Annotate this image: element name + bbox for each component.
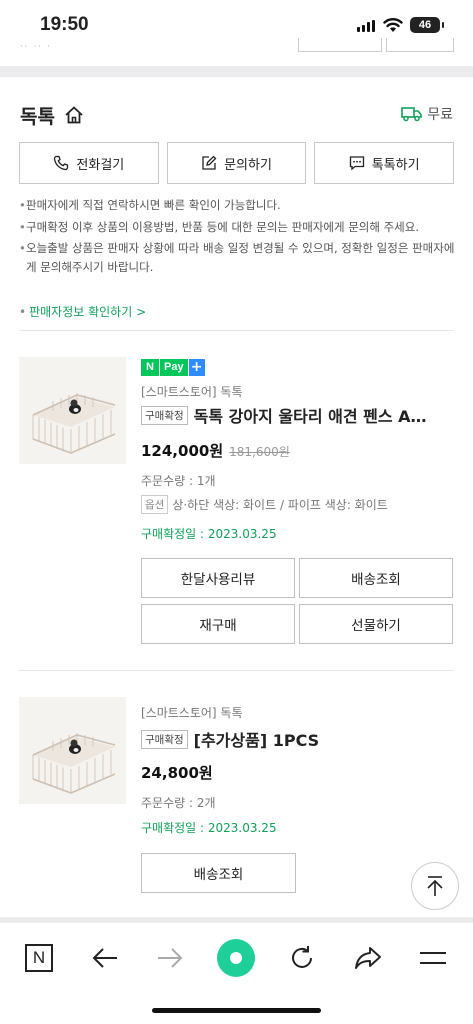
call-label: 전화걸기 bbox=[76, 157, 125, 173]
contact-buttons: 전화걸기 문의하기 톡톡하기 bbox=[19, 142, 455, 184]
product-title[interactable]: 독톡 강아지 울타리 애견 펜스 A… bbox=[194, 403, 427, 427]
quantity: 주문수량 : 2개 bbox=[141, 796, 216, 810]
rebuy-button[interactable]: 재구매 bbox=[141, 604, 295, 644]
menu-button[interactable] bbox=[411, 936, 455, 980]
wifi-icon bbox=[383, 18, 403, 32]
option-badge: 옵션 bbox=[141, 495, 169, 514]
naver-home-button[interactable]: N bbox=[17, 936, 61, 980]
section-divider bbox=[0, 66, 473, 77]
naver-n-icon: N bbox=[25, 944, 53, 972]
talk-button[interactable]: 톡톡하기 bbox=[314, 142, 455, 184]
product-title-row[interactable]: 구매확정 독톡 강아지 울타리 애견 펜스 A… bbox=[141, 403, 451, 427]
note-item: 오늘출발 상품은 판매자 상황에 따라 배송 일정 변경될 수 있으며, 정확한… bbox=[19, 239, 457, 276]
store-tag: [스마트스토어] 독톡 bbox=[141, 385, 243, 399]
product-image[interactable] bbox=[19, 697, 126, 804]
note-item: 구매확정 이후 상품의 이용방법, 반품 등에 대한 문의는 판매자에게 문의해… bbox=[19, 218, 457, 237]
product-title[interactable]: [추가상품] 1PCS bbox=[194, 727, 320, 751]
home-indicator[interactable] bbox=[152, 1008, 321, 1013]
npay-badge: N Pay + bbox=[141, 359, 205, 376]
talk-label: 톡톡하기 bbox=[371, 157, 420, 173]
arrow-up-icon bbox=[427, 876, 443, 896]
divider bbox=[19, 670, 454, 671]
green-dot-button[interactable] bbox=[214, 936, 258, 980]
shipping-label: 무료 bbox=[427, 107, 453, 123]
cellular-signal-icon bbox=[357, 20, 375, 32]
status-time: 19:50 bbox=[40, 14, 89, 35]
option-row: 옵션 상·하단 색상: 화이트 / 파이프 색상: 화이트 bbox=[141, 495, 388, 514]
shipping-info: 무료 bbox=[401, 104, 453, 124]
battery-icon: 46 bbox=[410, 17, 444, 33]
track-delivery-button[interactable]: 배송조회 bbox=[299, 558, 453, 598]
divider bbox=[19, 330, 454, 331]
gift-button[interactable]: 선물하기 bbox=[299, 604, 453, 644]
arrow-left-icon bbox=[92, 948, 117, 968]
green-dot-icon bbox=[217, 939, 255, 977]
refresh-button[interactable] bbox=[280, 936, 324, 980]
price: 24,800원 bbox=[141, 764, 213, 782]
store-name[interactable]: 독톡 bbox=[20, 102, 55, 129]
quantity: 주문수량 : 1개 bbox=[141, 474, 216, 488]
edit-icon bbox=[202, 155, 217, 170]
npay-plus-icon: + bbox=[188, 359, 205, 376]
original-price: 181,600원 bbox=[229, 445, 290, 459]
store-header: 독톡 무료 bbox=[20, 100, 453, 130]
price-row: 24,800원 bbox=[141, 762, 213, 783]
npay-pay: Pay bbox=[160, 359, 188, 376]
product-image[interactable] bbox=[19, 357, 126, 464]
scrolled-fragment: ·· ·· · bbox=[20, 42, 52, 51]
npay-n: N bbox=[141, 359, 159, 376]
hamburger-menu-icon bbox=[420, 952, 446, 964]
forward-button[interactable] bbox=[148, 936, 192, 980]
store-tag: [스마트스토어] 독톡 bbox=[141, 706, 243, 720]
confirm-date: 구매확정일 : 2023.03.25 bbox=[141, 527, 277, 541]
status-badge: 구매확정 bbox=[141, 729, 188, 749]
product-title-row[interactable]: 구매확정 [추가상품] 1PCS bbox=[141, 727, 451, 751]
arrow-right-icon bbox=[158, 948, 183, 968]
chat-icon bbox=[349, 156, 364, 171]
truck-icon bbox=[401, 107, 423, 122]
call-button[interactable]: 전화걸기 bbox=[19, 142, 159, 184]
inquiry-button[interactable]: 문의하기 bbox=[166, 142, 307, 184]
confirm-date: 구매확정일 : 2023.03.25 bbox=[141, 821, 277, 835]
status-badge: 구매확정 bbox=[141, 405, 188, 425]
scrolled-button-fragment bbox=[386, 38, 454, 52]
track-delivery-button[interactable]: 배송조회 bbox=[141, 853, 296, 893]
note-item: 판매자에게 직접 연락하시면 빠른 확인이 가능합니다. bbox=[19, 196, 457, 215]
share-button[interactable] bbox=[346, 936, 390, 980]
seller-notes: 판매자에게 직접 연락하시면 빠른 확인이 가능합니다. 구매확정 이후 상품의… bbox=[19, 196, 457, 279]
option-text: 상·하단 색상: 화이트 / 파이프 색상: 화이트 bbox=[172, 498, 388, 512]
back-button[interactable] bbox=[83, 936, 127, 980]
scrolled-button-fragment bbox=[298, 38, 382, 52]
refresh-icon bbox=[292, 946, 312, 968]
phone-icon bbox=[54, 155, 69, 171]
review-button[interactable]: 한달사용리뷰 bbox=[141, 558, 295, 598]
scroll-to-top-button[interactable] bbox=[411, 862, 459, 910]
share-icon bbox=[355, 947, 381, 969]
inquiry-label: 문의하기 bbox=[224, 157, 272, 173]
seller-info-link[interactable]: 판매자정보 확인하기 > bbox=[19, 303, 146, 320]
price-row: 124,000원 181,600원 bbox=[141, 440, 290, 461]
store-home-icon[interactable] bbox=[63, 104, 85, 126]
price: 124,000원 bbox=[141, 442, 224, 460]
